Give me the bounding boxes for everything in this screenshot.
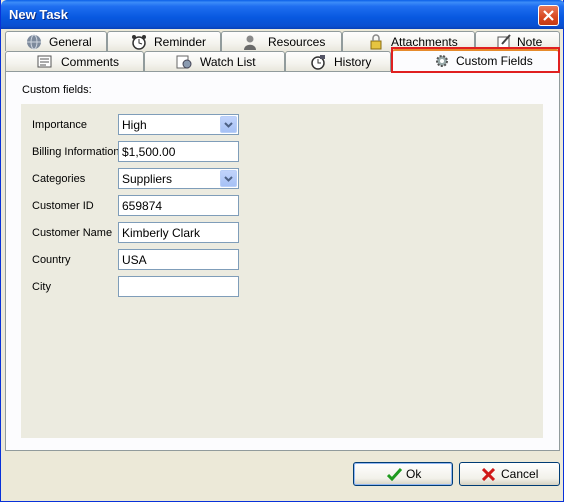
- customer-name-value: Kimberly Clark: [122, 226, 201, 240]
- city-field[interactable]: [118, 276, 239, 297]
- tab-general[interactable]: General: [5, 31, 107, 51]
- comments-icon: [37, 54, 53, 70]
- tab-custom-fields[interactable]: Custom Fields: [392, 49, 559, 71]
- tab-history[interactable]: History: [285, 51, 391, 71]
- ok-button[interactable]: Ok: [353, 462, 453, 486]
- gear-icon: [434, 53, 450, 69]
- categories-combo[interactable]: Suppliers: [118, 168, 239, 189]
- categories-label: Categories: [32, 173, 86, 185]
- window-title: New Task: [9, 7, 69, 22]
- importance-combo[interactable]: High: [118, 114, 239, 135]
- importance-label: Importance: [32, 119, 88, 131]
- globe-icon: [26, 34, 42, 50]
- customer-id-value: 659874: [122, 199, 163, 213]
- tab-label: Attachments: [391, 35, 458, 49]
- cancel-button[interactable]: Cancel: [459, 462, 560, 486]
- city-label: City: [32, 281, 51, 293]
- tab-reminder[interactable]: Reminder: [107, 31, 221, 51]
- billing-information-label: Billing Information: [32, 146, 120, 158]
- categories-value: Suppliers: [122, 172, 173, 186]
- tab-attachments[interactable]: Attachments: [342, 31, 475, 51]
- importance-value: High: [122, 118, 147, 132]
- title-bar[interactable]: New Task: [1, 0, 564, 29]
- watch-list-icon: [176, 54, 192, 70]
- tab-note[interactable]: Note: [475, 31, 560, 51]
- categories-dropdown-button[interactable]: [220, 170, 237, 187]
- tab-label: Comments: [61, 55, 120, 69]
- tab-label: Resources: [268, 35, 326, 49]
- lock-icon: [368, 34, 384, 50]
- tab-watch-list[interactable]: Watch List: [144, 51, 285, 71]
- tab-label: General: [49, 35, 92, 49]
- tab-label: History: [334, 55, 372, 69]
- customer-name-label: Customer Name: [32, 227, 113, 239]
- cancel-label: Cancel: [501, 467, 539, 481]
- close-button[interactable]: [538, 5, 559, 26]
- history-icon: [310, 54, 326, 70]
- billing-information-field[interactable]: $1,500.00: [118, 141, 239, 162]
- country-value: USA: [122, 253, 147, 267]
- alarm-clock-icon: [131, 34, 147, 50]
- billing-information-value: $1,500.00: [122, 145, 176, 159]
- tab-label: Reminder: [154, 35, 207, 49]
- customer-name-field[interactable]: Kimberly Clark: [118, 222, 239, 243]
- customer-id-field[interactable]: 659874: [118, 195, 239, 216]
- person-icon: [242, 34, 258, 50]
- note-icon: [496, 34, 512, 50]
- importance-dropdown-button[interactable]: [220, 116, 237, 133]
- tab-label: Custom Fields: [456, 54, 533, 68]
- tab-comments[interactable]: Comments: [5, 51, 144, 71]
- country-field[interactable]: USA: [118, 249, 239, 270]
- customer-id-label: Customer ID: [32, 200, 94, 212]
- tab-label: Note: [517, 35, 543, 49]
- ok-label: Ok: [406, 467, 422, 481]
- section-label: Custom fields:: [22, 84, 92, 96]
- tab-resources[interactable]: Resources: [221, 31, 342, 51]
- tab-label: Watch List: [200, 55, 256, 69]
- new-task-window: New Task General Reminder Resources Atta…: [0, 0, 564, 502]
- country-label: Country: [32, 254, 71, 266]
